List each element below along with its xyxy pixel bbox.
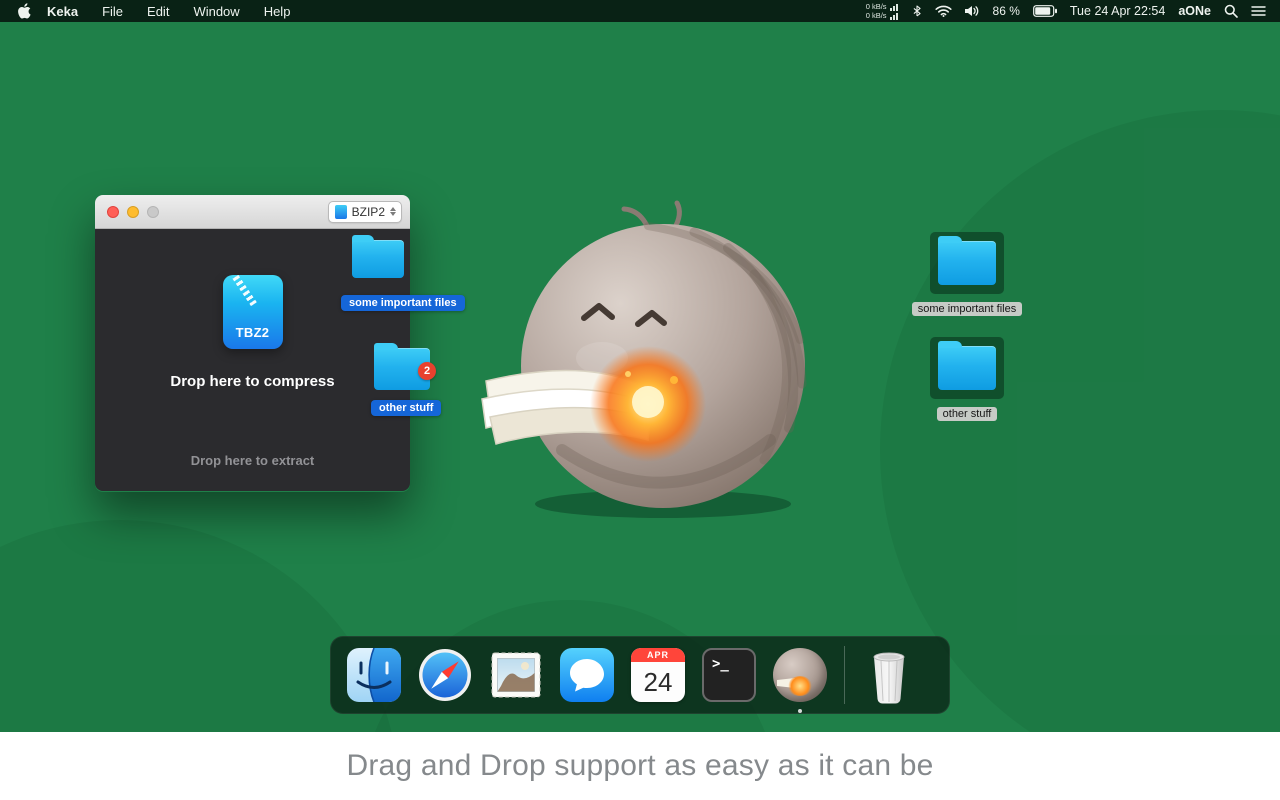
dragged-folder-some-important-files[interactable] (352, 235, 404, 278)
extract-dropzone-label[interactable]: Drop here to extract (95, 453, 410, 468)
terminal-prompt-glyph: >_ (712, 656, 729, 672)
apple-menu-icon[interactable] (18, 3, 31, 19)
folder-icon (938, 236, 996, 285)
volume-icon[interactable] (964, 5, 980, 17)
zipper-graphic (231, 274, 257, 307)
dock-separator (844, 646, 845, 704)
wifi-icon[interactable] (934, 5, 952, 17)
chevron-updown-icon (390, 207, 396, 216)
close-button[interactable] (107, 205, 119, 218)
dragged-folder-label: some important files (341, 295, 465, 311)
dock: APR 24 >_ (330, 636, 950, 714)
net-bars-icon (889, 12, 898, 20)
desktop-folder-other-stuff[interactable]: other stuff (902, 337, 1032, 421)
tbz2-file-label: TBZ2 (235, 325, 270, 340)
menu-file[interactable]: File (102, 4, 123, 19)
bluetooth-icon[interactable] (912, 4, 922, 18)
dock-keka-icon[interactable] (773, 648, 827, 713)
battery-icon[interactable] (1032, 5, 1057, 17)
menu-edit[interactable]: Edit (147, 4, 169, 19)
dock-calendar-icon[interactable]: APR 24 (631, 648, 685, 702)
format-dropdown-value: BZIP2 (351, 204, 385, 219)
net-down-value: 0 kB/s (865, 10, 887, 20)
menu-help[interactable]: Help (264, 4, 291, 19)
dock-terminal-icon[interactable]: >_ (702, 648, 756, 702)
window-titlebar[interactable]: BZIP2 (95, 195, 410, 229)
fast-user-switching-menu[interactable]: aONe (1178, 4, 1211, 18)
desktop-folder-label: some important files (911, 302, 1023, 316)
spotlight-search-icon[interactable] (1224, 4, 1238, 18)
calendar-month-label: APR (631, 648, 685, 662)
item-count-badge: 2 (418, 362, 436, 380)
net-up-value: 0 kB/s (865, 1, 887, 11)
format-file-icon (334, 204, 347, 219)
desktop-folder-some-important-files[interactable]: some important files (902, 232, 1032, 316)
dragged-folder-other-stuff[interactable]: 2 (374, 343, 436, 390)
calendar-day-label: 24 (643, 666, 673, 697)
tbz2-file-icon: TBZ2 (222, 274, 283, 349)
selection-highlight (930, 232, 1004, 294)
desktop: Keka File Edit Window Help 0 kB/s 0 kB/s (0, 0, 1280, 800)
minimize-button[interactable] (127, 205, 139, 218)
desktop-folder-label: other stuff (936, 407, 998, 421)
dock-safari-icon[interactable] (418, 648, 472, 702)
network-speed-indicator[interactable]: 0 kB/s 0 kB/s (865, 1, 899, 20)
caption-bar: Drag and Drop support as easy as it can … (0, 732, 1280, 800)
dock-mail-icon[interactable] (489, 648, 543, 702)
dock-messages-icon[interactable] (560, 648, 614, 702)
battery-percentage: 86 % (992, 4, 1020, 18)
caption-text: Drag and Drop support as easy as it can … (346, 749, 934, 782)
dock-trash-icon[interactable] (862, 648, 916, 704)
selection-highlight (930, 337, 1004, 399)
zoom-button (147, 205, 159, 218)
compress-dropzone-label[interactable]: Drop here to compress (95, 373, 410, 390)
notification-center-icon[interactable] (1251, 5, 1266, 17)
net-bars-icon (889, 3, 898, 11)
keka-mascot-illustration (481, 198, 818, 523)
app-menu-keka[interactable]: Keka (47, 4, 78, 19)
dock-finder-icon[interactable] (347, 648, 401, 702)
format-dropdown[interactable]: BZIP2 (327, 200, 402, 223)
menu-window[interactable]: Window (193, 4, 239, 19)
menu-bar: Keka File Edit Window Help 0 kB/s 0 kB/s (0, 0, 1280, 22)
folder-icon (938, 341, 996, 390)
menu-bar-clock[interactable]: Tue 24 Apr 22:54 (1070, 4, 1165, 18)
dragged-folder-label: other stuff (371, 400, 442, 416)
running-indicator-dot (798, 709, 802, 713)
